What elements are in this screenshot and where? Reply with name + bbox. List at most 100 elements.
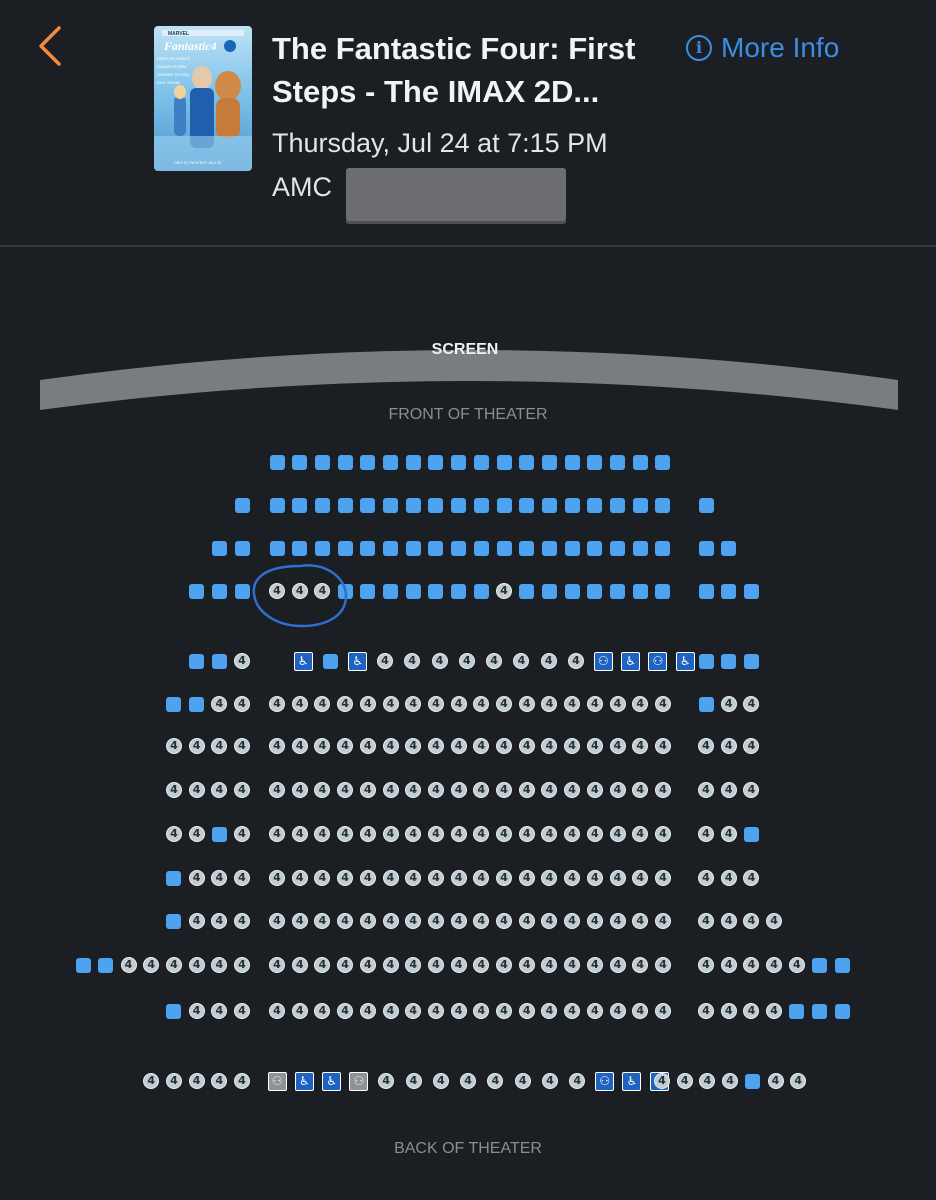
seat-available[interactable] (610, 497, 625, 513)
wheelchair-seat[interactable]: ♿ (294, 1071, 314, 1091)
seat-taken[interactable]: 4 (541, 782, 558, 798)
seat-available[interactable] (655, 540, 671, 556)
wheelchair-seat[interactable]: ♿ (621, 651, 641, 671)
seat-taken[interactable]: 4 (609, 1003, 626, 1019)
seat-taken[interactable]: 4 (234, 1003, 250, 1019)
seat-taken[interactable]: 4 (654, 913, 671, 929)
seat-taken[interactable]: 4 (496, 583, 512, 599)
seat-taken[interactable]: 4 (450, 782, 467, 798)
seat-taken[interactable]: 4 (188, 913, 205, 929)
seat-taken[interactable]: 4 (698, 870, 714, 886)
seat-taken[interactable]: 4 (654, 696, 671, 712)
seat-taken[interactable]: 4 (720, 782, 737, 798)
seat-taken[interactable]: 4 (337, 1003, 354, 1019)
seat-available[interactable] (405, 454, 421, 470)
seat-taken[interactable]: 4 (427, 738, 444, 754)
seat-taken[interactable]: 4 (450, 696, 467, 712)
seat-available[interactable] (322, 653, 338, 669)
seat-taken[interactable]: 4 (382, 738, 399, 754)
seat-taken[interactable]: 4 (698, 1003, 714, 1019)
seat-available[interactable] (428, 454, 444, 470)
seat-taken[interactable]: 4 (450, 957, 467, 973)
seat-taken[interactable]: 4 (269, 1003, 285, 1019)
seat-available[interactable] (292, 454, 308, 470)
seat-taken[interactable]: 4 (359, 826, 376, 842)
seat-available[interactable] (314, 454, 330, 470)
seat-taken[interactable]: 4 (564, 782, 581, 798)
seat-taken[interactable]: 4 (473, 696, 490, 712)
seat-taken[interactable]: 4 (427, 1003, 444, 1019)
seat-taken[interactable]: 4 (496, 870, 512, 886)
seat-taken[interactable]: 4 (632, 1003, 649, 1019)
seat-taken[interactable]: 4 (720, 738, 737, 754)
seat-taken[interactable]: 4 (405, 826, 422, 842)
seat-taken[interactable]: 4 (632, 870, 649, 886)
seat-taken[interactable]: 4 (211, 696, 228, 712)
seat-taken[interactable]: 4 (586, 913, 603, 929)
seat-taken[interactable]: 4 (269, 782, 285, 798)
seat-available[interactable] (564, 454, 580, 470)
seat-taken[interactable]: 4 (518, 782, 535, 798)
seat-available[interactable] (166, 870, 182, 886)
seat-taken[interactable]: 4 (458, 653, 475, 669)
seat-taken[interactable]: 4 (314, 782, 331, 798)
seat-taken[interactable]: 4 (234, 1073, 250, 1089)
seat-taken[interactable]: 4 (513, 653, 530, 669)
seat-taken[interactable]: 4 (632, 696, 649, 712)
seat-taken[interactable]: 4 (269, 826, 285, 842)
seat-taken[interactable]: 4 (405, 696, 422, 712)
seat-taken[interactable]: 4 (211, 1073, 228, 1089)
seat-available[interactable] (655, 454, 671, 470)
seat-taken[interactable]: 4 (269, 583, 285, 599)
seat-taken[interactable]: 4 (382, 870, 399, 886)
seat-taken[interactable]: 4 (654, 826, 671, 842)
seat-taken[interactable]: 4 (609, 696, 626, 712)
seat-available[interactable] (632, 583, 648, 599)
seat-taken[interactable]: 4 (165, 957, 182, 973)
seat-taken[interactable]: 4 (720, 957, 737, 973)
seat-taken[interactable]: 4 (540, 653, 557, 669)
seat-taken[interactable]: 4 (743, 913, 760, 929)
seat-taken[interactable]: 4 (405, 782, 422, 798)
seat-taken[interactable]: 4 (609, 738, 626, 754)
seat-taken[interactable]: 4 (234, 696, 250, 712)
seat-available[interactable] (189, 583, 205, 599)
companion-seat-taken[interactable]: ⚇ (267, 1071, 287, 1091)
seat-taken[interactable]: 4 (188, 1003, 205, 1019)
seat-taken[interactable]: 4 (314, 583, 331, 599)
seat-taken[interactable]: 4 (699, 1073, 716, 1089)
seat-taken[interactable]: 4 (654, 1003, 671, 1019)
seat-available[interactable] (451, 583, 467, 599)
seat-available[interactable] (789, 1003, 805, 1019)
seat-available[interactable] (451, 497, 467, 513)
seat-taken[interactable]: 4 (337, 738, 354, 754)
seat-taken[interactable]: 4 (676, 1073, 693, 1089)
seat-available[interactable] (337, 583, 353, 599)
companion-seat[interactable]: ⚇ (595, 1071, 615, 1091)
seat-available[interactable] (541, 497, 557, 513)
seat-taken[interactable]: 4 (766, 1003, 783, 1019)
seat-taken[interactable]: 4 (211, 738, 228, 754)
seat-available[interactable] (234, 497, 250, 513)
seat-available[interactable] (211, 583, 227, 599)
seat-taken[interactable]: 4 (404, 653, 421, 669)
seat-available[interactable] (812, 957, 827, 973)
seat-taken[interactable]: 4 (698, 957, 714, 973)
seat-taken[interactable]: 4 (654, 738, 671, 754)
seat-taken[interactable]: 4 (473, 782, 490, 798)
seat-available[interactable] (314, 540, 330, 556)
seat-taken[interactable]: 4 (234, 653, 250, 669)
seat-taken[interactable]: 4 (337, 826, 354, 842)
seat-taken[interactable]: 4 (314, 696, 331, 712)
seat-available[interactable] (383, 454, 398, 470)
seat-available[interactable] (383, 583, 398, 599)
seat-available[interactable] (587, 583, 603, 599)
seat-taken[interactable]: 4 (234, 870, 250, 886)
seat-available[interactable] (166, 696, 182, 712)
seat-taken[interactable]: 4 (291, 826, 308, 842)
seat-taken[interactable]: 4 (450, 826, 467, 842)
seat-available[interactable] (834, 1003, 850, 1019)
seat-taken[interactable]: 4 (586, 957, 603, 973)
seat-taken[interactable]: 4 (165, 782, 182, 798)
seat-taken[interactable]: 4 (291, 583, 308, 599)
